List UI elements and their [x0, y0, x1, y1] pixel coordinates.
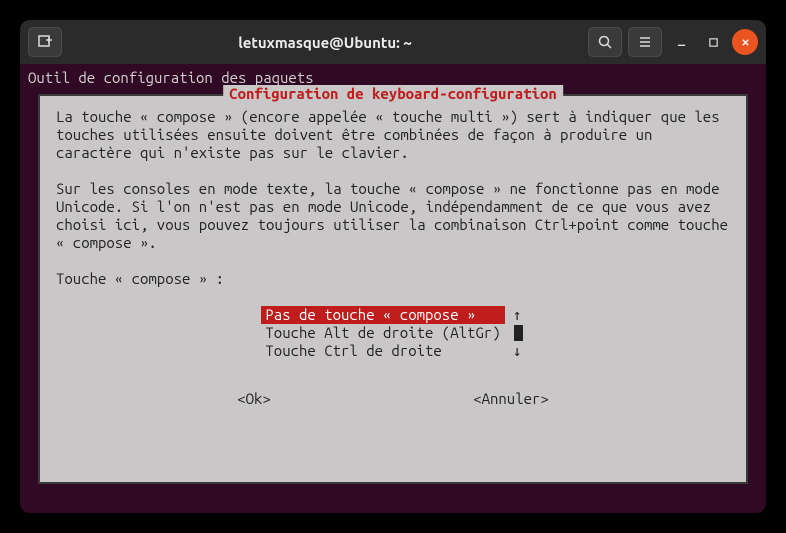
- close-icon: [740, 37, 751, 48]
- minimize-button[interactable]: [668, 29, 694, 55]
- cancel-button[interactable]: <Annuler>: [473, 390, 549, 408]
- option-item[interactable]: Touche Ctrl de droite: [261, 342, 504, 360]
- scroll-indicator: ↑ ↓: [513, 306, 525, 360]
- options-list[interactable]: Pas de touche « compose » Touche Alt de …: [261, 306, 504, 360]
- ok-button[interactable]: <Ok>: [237, 390, 271, 408]
- config-dialog: Configuration de keyboard-configuration …: [38, 94, 748, 484]
- scroll-down-icon: ↓: [513, 342, 525, 360]
- scroll-thumb: [514, 325, 523, 341]
- dialog-title: Configuration de keyboard-configuration: [223, 85, 563, 103]
- maximize-icon: [708, 37, 719, 48]
- titlebar: letuxmasque@Ubuntu: ~: [20, 20, 766, 64]
- window-title: letuxmasque@Ubuntu: ~: [70, 34, 580, 51]
- maximize-button[interactable]: [700, 29, 726, 55]
- new-tab-button[interactable]: [28, 27, 62, 57]
- option-item[interactable]: Pas de touche « compose »: [261, 306, 504, 324]
- new-tab-icon: [37, 34, 53, 50]
- search-button[interactable]: [588, 27, 622, 57]
- dialog-prompt: Touche « compose » :: [56, 270, 730, 288]
- search-icon: [597, 34, 613, 50]
- menu-button[interactable]: [628, 27, 662, 57]
- terminal-window: letuxmasque@Ubuntu: ~ Outil de configura…: [20, 20, 766, 513]
- close-button[interactable]: [732, 29, 758, 55]
- dialog-paragraph-2: Sur les consoles en mode texte, la touch…: [56, 180, 730, 252]
- hamburger-icon: [637, 34, 653, 50]
- terminal-content: Outil de configuration des paquets Confi…: [20, 64, 766, 513]
- dialog-paragraph-1: La touche « compose » (encore appelée « …: [56, 108, 730, 162]
- scroll-up-icon: ↑: [513, 306, 525, 324]
- minimize-icon: [676, 37, 687, 48]
- option-item[interactable]: Touche Alt de droite (AltGr): [261, 324, 504, 342]
